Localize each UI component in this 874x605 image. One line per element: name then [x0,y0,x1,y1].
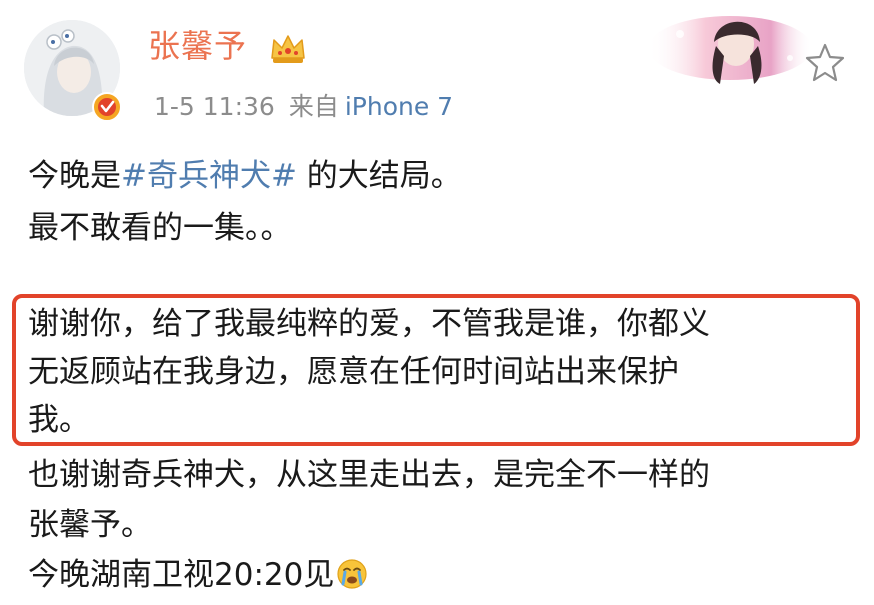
from-label: 来自 [288,92,339,121]
topic-link[interactable]: #奇兵神犬# [121,158,297,194]
post-timestamp: 1-5 11:36 [154,92,275,121]
post-content: 今晚是#奇兵神犬# 的大结局。 最不敢看的一集。。 [28,150,858,254]
text-segment: 今晚是 [28,158,121,194]
star-outline-icon[interactable] [802,40,848,86]
highlight-line: 谢谢你，给了我最纯粹的爱，不管我是谁，你都义 [28,306,710,342]
highlight-line: 无返顾站在我身边，愿意在任何时间站出来保护 [28,354,679,390]
highlight-line: 我。 [28,402,90,438]
post-line-2: 最不敢看的一集。。 [28,210,292,246]
last-line: 今晚湖南卫视20:20见 [28,550,858,600]
crown-icon[interactable] [268,30,308,66]
post-source-link[interactable]: iPhone 7 [345,92,453,121]
verified-badge-icon [92,92,122,122]
decorative-card-image [640,6,812,86]
post-meta: 1-5 11:36 来自 iPhone 7 [154,90,453,124]
post-line-1: 今晚是#奇兵神犬# 的大结局。 [28,150,858,202]
post-tail: 也谢谢奇兵神犬，从这里走出去，是完全不一样的 张馨予。 今晚湖南卫视20:20见 [28,450,858,600]
username[interactable]: 张馨予 [148,26,247,66]
highlighted-text: 谢谢你，给了我最纯粹的爱，不管我是谁，你都义 无返顾站在我身边，愿意在任何时间站… [28,300,858,444]
tail-line: 张馨予。 [28,507,152,543]
text-segment: 的大结局。 [296,158,462,194]
last-line-text: 今晚湖南卫视20:20见 [28,557,335,593]
tail-line: 也谢谢奇兵神犬，从这里走出去，是完全不一样的 [28,457,710,493]
crying-face-icon [336,555,368,589]
